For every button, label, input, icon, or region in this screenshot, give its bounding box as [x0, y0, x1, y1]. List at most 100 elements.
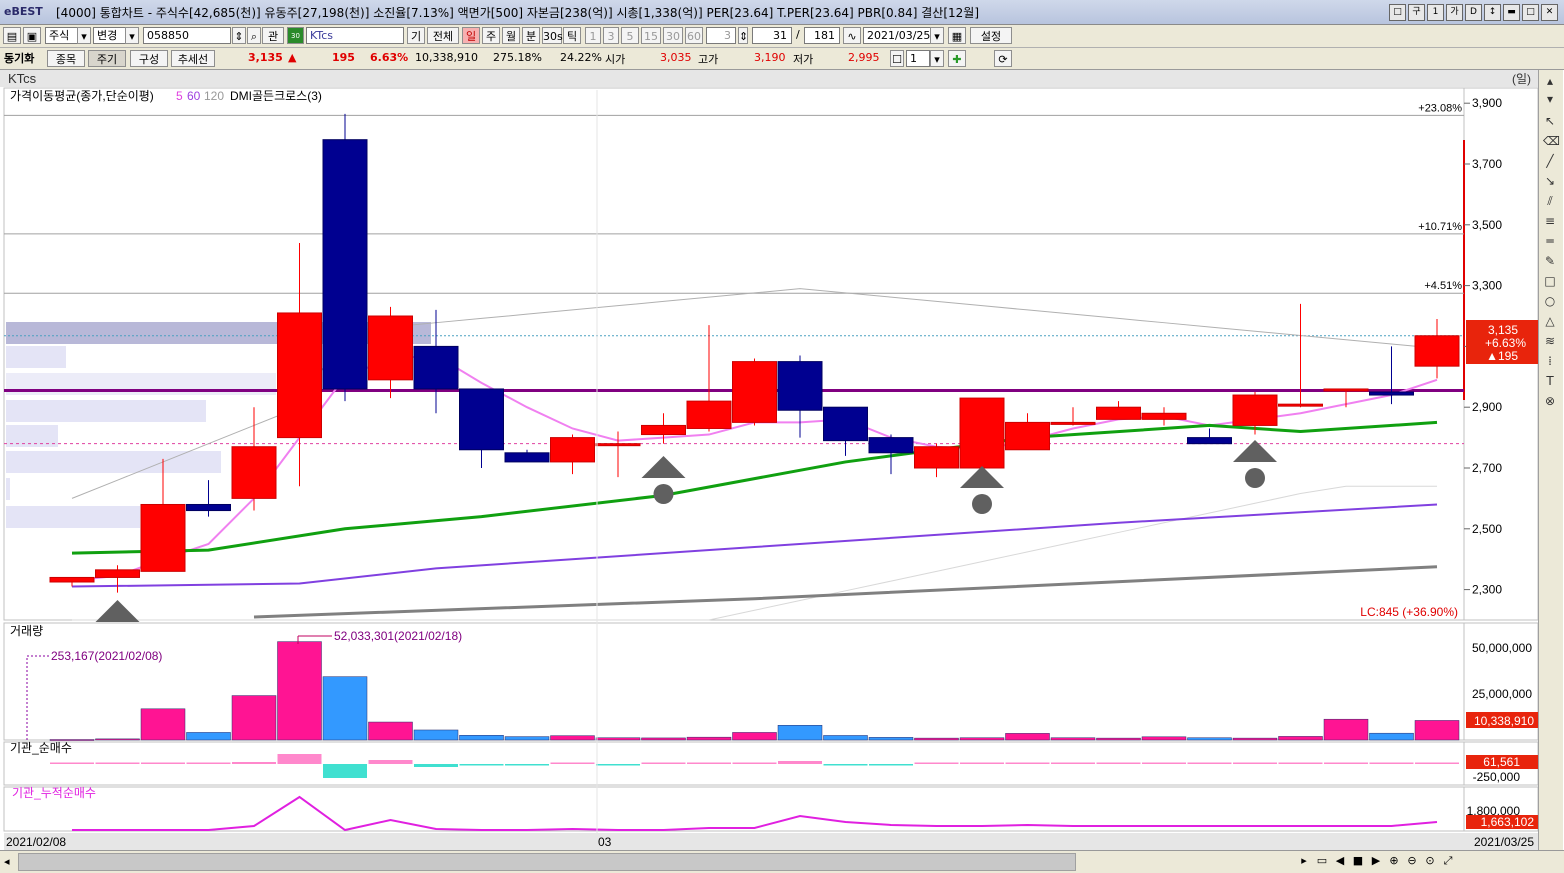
total-count-field: 181	[804, 27, 840, 44]
play-icon[interactable]: ▶	[1368, 853, 1384, 869]
count-box[interactable]: 1	[906, 50, 930, 67]
updown-icon[interactable]: ⇕	[232, 27, 246, 44]
candle-body	[1187, 437, 1232, 445]
window-btn-d[interactable]: D	[1465, 4, 1482, 21]
date-dropdown-icon[interactable]: ▾	[930, 27, 944, 44]
refresh-icon[interactable]: ⟳	[994, 50, 1012, 67]
count-dropdown-icon[interactable]: ▾	[930, 50, 944, 67]
period-month-button[interactable]: 월	[502, 27, 520, 44]
stock-chart[interactable]: KTcs (일) +23.08% +10.71% +4.51% 3,900 3,700…	[0, 70, 1538, 850]
volume-bar	[277, 641, 322, 741]
fibonacci-tool-icon[interactable]: ≡	[1543, 214, 1557, 228]
stock-code-input[interactable]: 058850	[143, 27, 231, 44]
channel-tool-icon[interactable]: ⫽	[1543, 194, 1557, 208]
unit-3-button[interactable]: 3	[603, 27, 619, 44]
date-input[interactable]: 2021/03/25	[863, 27, 931, 44]
window-btn-size[interactable]: ↕	[1484, 4, 1501, 21]
delete-drawing-icon[interactable]: ⊗	[1543, 394, 1557, 408]
code-30-icon[interactable]: 30	[287, 27, 304, 44]
unit-15-button[interactable]: 15	[641, 27, 661, 44]
volume-bar	[1096, 737, 1141, 741]
unit-30-button[interactable]: 30	[663, 27, 683, 44]
window-btn-code[interactable]: 구	[1408, 4, 1425, 21]
inst-bar	[414, 764, 458, 767]
close-button[interactable]: ✕	[1541, 4, 1558, 21]
stock-button[interactable]: 종목	[47, 50, 85, 67]
candle-body	[595, 443, 641, 447]
stock-name-input[interactable]: KTcs	[306, 27, 404, 44]
rectangle-tool-icon[interactable]: □	[1543, 274, 1557, 288]
inst-bar	[641, 762, 686, 764]
ellipse-tool-icon[interactable]: ○	[1543, 294, 1557, 308]
maximize-button[interactable]: □	[1522, 4, 1539, 21]
turnover-rate: 24.22%	[560, 51, 602, 64]
ray-tool-icon[interactable]: ↘	[1543, 174, 1557, 188]
period-30s-button[interactable]: 30s	[542, 27, 563, 44]
sync-label[interactable]: 동기화	[4, 50, 34, 66]
market-dropdown-icon[interactable]: ▾	[77, 27, 91, 44]
rewind-icon[interactable]: ◀	[1332, 853, 1348, 869]
line-tool-icon[interactable]: ╱	[1543, 154, 1557, 168]
search-icon[interactable]: ⌕	[247, 27, 261, 44]
eraser-icon[interactable]: ⌫	[1543, 134, 1560, 148]
volume-bar	[595, 737, 641, 741]
stop-icon[interactable]: ■	[1350, 853, 1366, 869]
text-tool-icon[interactable]: T	[1543, 374, 1557, 388]
period-tick-button[interactable]: 틱	[563, 27, 581, 44]
related-button[interactable]: 관	[262, 27, 284, 44]
trendline-button[interactable]: 추세선	[171, 50, 215, 67]
unit-60-button[interactable]: 60	[685, 27, 703, 44]
volume-bar	[1369, 732, 1414, 741]
window-btn-price[interactable]: 가	[1446, 4, 1463, 21]
zoom-in-icon[interactable]: ⊕	[1386, 853, 1402, 869]
lc-label: LC:845 (+36.90%)	[1360, 605, 1458, 619]
window-btn-one[interactable]: 1	[1427, 4, 1444, 21]
scroll-up-icon[interactable]: ▴	[1543, 74, 1557, 88]
select-tool-icon[interactable]: ↖	[1543, 114, 1557, 128]
period-week-button[interactable]: 주	[482, 27, 500, 44]
zoom-reset-icon[interactable]: ⊙	[1422, 853, 1438, 869]
triangle-tool-icon[interactable]: △	[1543, 314, 1557, 328]
calendar-icon[interactable]: ▦	[948, 27, 966, 44]
unit-5-button[interactable]: 5	[621, 27, 639, 44]
minimize-button[interactable]: ▬	[1503, 4, 1520, 21]
window-btn-restore[interactable]: □	[1389, 4, 1406, 21]
pencil-icon[interactable]: ✎	[1543, 254, 1557, 268]
chart-area[interactable]: KTcs (일) +23.08% +10.71% +4.51% 3,900 3,700…	[0, 70, 1564, 850]
zoom-slider-icon[interactable]: ▭	[1314, 853, 1330, 869]
scroll-right-icon[interactable]: ▸	[1296, 853, 1312, 869]
price-tick-label: 3,900	[1472, 96, 1502, 110]
stock-name-strip	[0, 70, 1538, 87]
scroll-left-icon[interactable]: ◂	[4, 855, 10, 868]
display-count-input[interactable]: 31	[752, 27, 792, 44]
gi-button[interactable]: 기	[407, 27, 425, 44]
scroll-bar[interactable]: ◂ ▸ ▭ ◀ ■ ▶ ⊕ ⊖ ⊙ ⤢	[0, 850, 1564, 873]
fullscreen-icon[interactable]: ⤢	[1440, 853, 1456, 869]
save-icon[interactable]: ▣	[23, 27, 41, 44]
volume-bar	[368, 721, 413, 741]
change-dropdown-icon[interactable]: ▾	[125, 27, 139, 44]
horizontal-line-icon[interactable]: ═	[1543, 234, 1557, 248]
add-icon[interactable]: ✚	[948, 50, 966, 67]
chart-type-icon[interactable]: ∿	[843, 27, 861, 44]
unit-spin-icon[interactable]: ⇕	[738, 27, 748, 44]
all-button[interactable]: 전체	[427, 27, 459, 44]
wave-tool-icon[interactable]: ≋	[1543, 334, 1557, 348]
volume-profile-bar	[6, 425, 58, 447]
count-tool-icon[interactable]: ⁞	[1543, 354, 1557, 368]
settings-button[interactable]: 설정	[970, 27, 1012, 44]
candle-body	[504, 452, 550, 463]
unit-custom-input[interactable]: 3	[706, 27, 736, 44]
ma-period-60: 60	[187, 89, 201, 103]
checkbox-icon[interactable]: ☐	[890, 50, 904, 67]
scroll-thumb[interactable]	[18, 853, 1076, 871]
zoom-out-icon[interactable]: ⊖	[1404, 853, 1420, 869]
period-day-button[interactable]: 일	[462, 27, 480, 44]
period-minute-button[interactable]: 분	[522, 27, 540, 44]
scroll-down-icon[interactable]: ▾	[1543, 92, 1557, 106]
compose-button[interactable]: 구성	[130, 50, 168, 67]
cycle-button[interactable]: 주기	[88, 50, 126, 67]
layout-icon[interactable]: ▤	[3, 27, 21, 44]
candle-body	[914, 446, 959, 469]
unit-1-button[interactable]: 1	[585, 27, 601, 44]
